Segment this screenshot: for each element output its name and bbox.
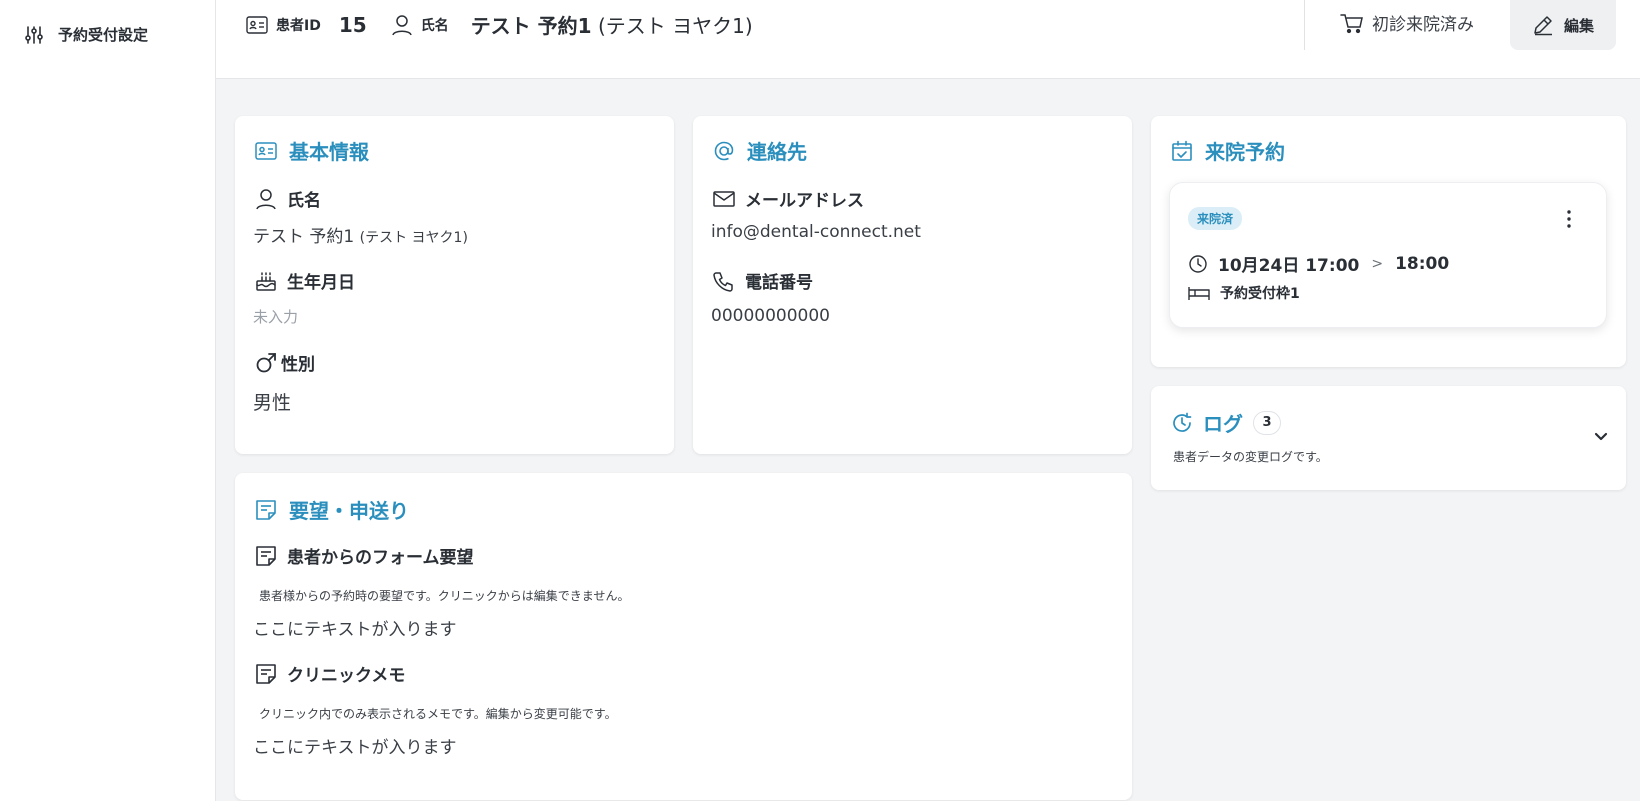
appointment-start: 10月24日 17:00 [1218, 256, 1360, 276]
chevron-down-icon[interactable] [1594, 432, 1608, 442]
clinic-memo-text: ここにテキストが入ります [253, 738, 457, 758]
birthday-label-text: 生年月日 [287, 273, 355, 293]
patient-id-value: 15 [338, 12, 367, 37]
form-request-label: 患者からのフォーム要望 [255, 543, 474, 568]
appointment-item[interactable]: 来院済 10月24日 17:00 > 18:00 予約受付枠1 [1169, 182, 1607, 328]
name-field-value: テスト 予約1 (テスト ヨヤク1) [253, 222, 468, 247]
form-request-description: 患者様からの予約時の要望です。クリニックからは編集できません。 [259, 589, 630, 603]
id-card-icon [255, 141, 277, 160]
history-icon [1171, 412, 1193, 434]
clinic-memo-label: クリニックメモ [255, 661, 405, 686]
birthday-field-label: 生年月日 [255, 268, 355, 293]
email-field-label: メールアドレス [713, 186, 864, 211]
phone-icon [713, 270, 735, 292]
log-card[interactable]: ログ 3 患者データの変更ログです。 [1151, 386, 1626, 490]
email-label-text: メールアドレス [745, 191, 864, 211]
edit-button[interactable]: 編集 [1510, 0, 1616, 50]
requests-title: 要望・申送り [255, 495, 409, 524]
birthday-field-value: 未入力 [253, 308, 299, 326]
name-kana: (テスト ヨヤク1) [359, 230, 468, 246]
male-icon [255, 352, 277, 374]
patient-name: テスト 予約1 (テスト ヨヤク1) [471, 10, 753, 39]
name-main: テスト 予約1 [253, 227, 355, 247]
id-card-icon [246, 15, 268, 34]
first-visit-status[interactable]: 初診来院済み [1340, 10, 1474, 35]
patient-name-kana: (テスト ヨヤク1) [597, 14, 753, 38]
phone-label-text: 電話番号 [745, 273, 813, 293]
sidebar-item-label: 予約受付設定 [58, 26, 149, 44]
slot-name: 予約受付枠1 [1220, 286, 1300, 302]
first-visit-label: 初診来院済み [1372, 15, 1474, 35]
cart-icon [1340, 12, 1364, 34]
cake-icon [255, 270, 277, 292]
log-count-badge: 3 [1253, 410, 1281, 435]
patient-id-label: 患者ID [276, 17, 321, 34]
email-field-value[interactable]: info@dental-connect.net [711, 222, 921, 242]
clinic-memo-title: クリニックメモ [287, 666, 406, 686]
bed-icon [1188, 285, 1210, 301]
pencil-icon [1532, 14, 1554, 36]
note-icon [255, 545, 277, 567]
contact-title: 連絡先 [713, 136, 807, 165]
contact-card: 連絡先 メールアドレス info@dental-connect.net 電話番号… [693, 116, 1132, 454]
note-icon [255, 663, 277, 685]
sliders-icon [24, 25, 44, 45]
log-title: ログ 3 [1171, 408, 1281, 437]
log-title-text: ログ [1203, 412, 1243, 436]
appointment-slot: 予約受付枠1 [1188, 283, 1300, 303]
form-request-text: ここにテキストが入ります [253, 620, 457, 640]
sidebar-item-reservation-settings[interactable]: 予約受付設定 [24, 24, 148, 45]
user-icon [391, 14, 413, 36]
chevron-right-icon: > [1371, 255, 1384, 272]
clinic-memo-description: クリニック内でのみ表示されるメモです。編集から変更可能です。 [259, 707, 617, 721]
requests-card: 要望・申送り 患者からのフォーム要望 患者様からの予約時の要望です。クリニックか… [235, 473, 1132, 800]
requests-title-text: 要望・申送り [289, 499, 409, 523]
patient-name-label: 氏名 [420, 17, 449, 34]
status-badge: 来院済 [1188, 207, 1243, 230]
phone-field-value[interactable]: 00000000000 [711, 306, 830, 326]
gender-field-value: 男性 [253, 392, 292, 414]
patient-header: 患者ID 15 氏名 テスト 予約1 (テスト ヨヤク1) 初診来院済み 編集 [216, 0, 1640, 79]
name-label-text: 氏名 [287, 191, 321, 211]
log-description: 患者データの変更ログです。 [1173, 450, 1328, 464]
contact-title-text: 連絡先 [747, 140, 807, 164]
note-icon [255, 499, 277, 521]
header-divider [1304, 0, 1305, 50]
more-vertical-icon[interactable] [1566, 209, 1572, 229]
mail-icon [713, 190, 735, 208]
appointment-card: 来院予約 来院済 10月24日 17:00 > 18:00 予約受付枠1 [1151, 116, 1626, 367]
calendar-check-icon [1171, 140, 1193, 162]
gender-field-label: 性別 [255, 350, 315, 375]
form-request-title: 患者からのフォーム要望 [287, 548, 474, 568]
appointment-title: 来院予約 [1171, 136, 1285, 165]
user-icon [255, 188, 277, 210]
basic-info-card: 基本情報 氏名 テスト 予約1 (テスト ヨヤク1) 生年月日 未入力 性別 男… [235, 116, 674, 454]
basic-info-title: 基本情報 [255, 136, 369, 165]
appointment-end: 18:00 [1395, 253, 1450, 274]
patient-summary: 患者ID 15 氏名 テスト 予約1 (テスト ヨヤク1) [246, 10, 753, 39]
patient-name-main: テスト 予約1 [470, 14, 592, 38]
edit-button-label: 編集 [1563, 16, 1594, 35]
gender-label-text: 性別 [281, 355, 315, 375]
at-icon [713, 140, 735, 162]
sidebar: 予約受付設定 [0, 0, 216, 801]
clock-icon [1188, 254, 1208, 274]
name-field-label: 氏名 [255, 186, 321, 211]
basic-info-title-text: 基本情報 [289, 140, 369, 164]
appointment-time: 10月24日 17:00 > 18:00 [1188, 251, 1449, 276]
appointment-title-text: 来院予約 [1205, 140, 1285, 164]
phone-field-label: 電話番号 [713, 268, 813, 293]
